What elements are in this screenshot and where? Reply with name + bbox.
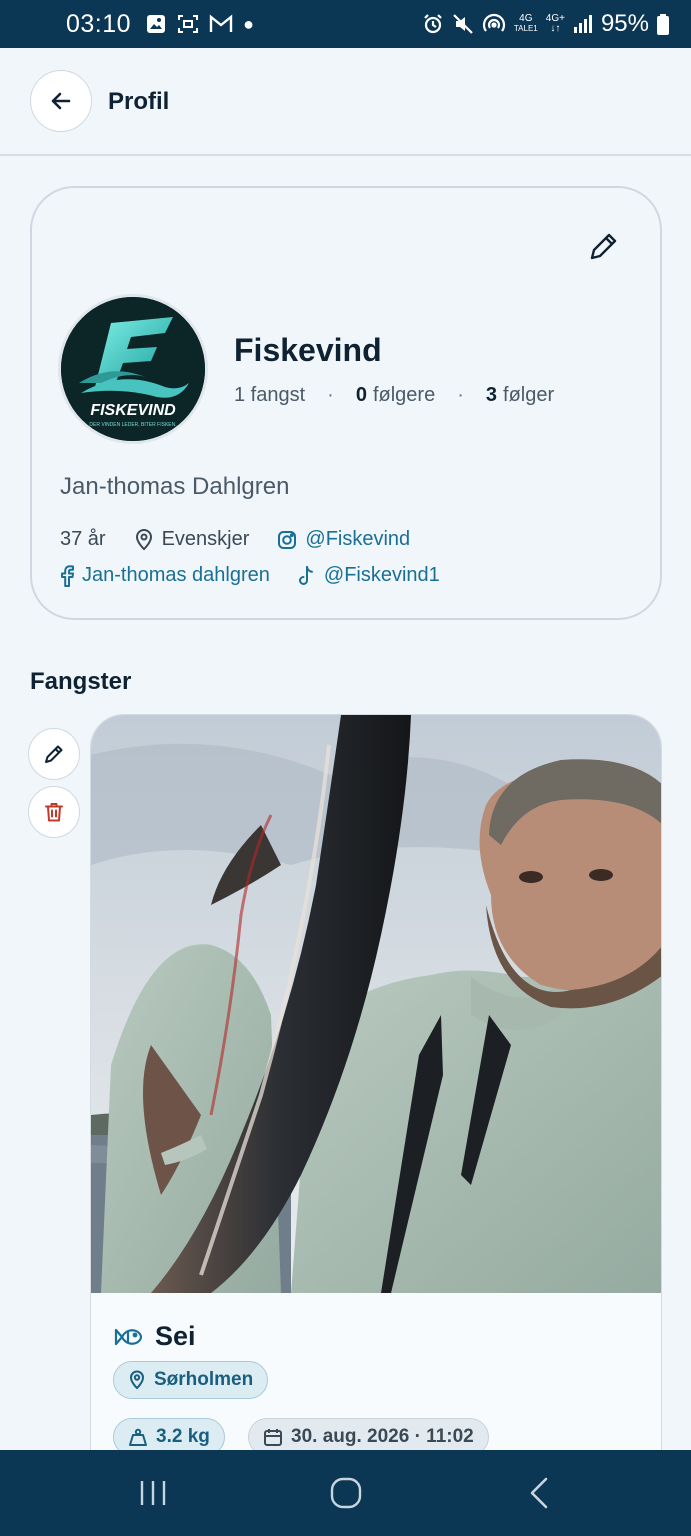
- facebook-icon: [61, 564, 74, 587]
- instagram-icon: [278, 530, 297, 549]
- profile-meta-row-1: 37 år Evenskjer @Fiskevind: [60, 528, 438, 551]
- network-type-1: 4G TALE1: [514, 14, 538, 34]
- followers-stat[interactable]: 0 følgere: [356, 384, 435, 407]
- screenshot-icon: [178, 15, 199, 33]
- battery-icon: [657, 14, 669, 35]
- home-icon[interactable]: [329, 1476, 363, 1510]
- fiskevind-logo: FISKEVIND DER VINDEN LEDER, BITER FISKEN…: [61, 297, 205, 441]
- network-type-2: 4G+ ↓↑: [545, 13, 565, 34]
- edit-profile-icon[interactable]: [586, 230, 620, 264]
- separator-dot: ·: [457, 384, 464, 406]
- catch-location: Sørholmen: [154, 1369, 254, 1390]
- profile-username: Fiskevind: [234, 332, 382, 368]
- status-system-icons: 4G TALE1 4G+ ↓↑ 95%: [422, 10, 669, 38]
- page-title: Profil: [108, 88, 170, 115]
- recent-apps-icon[interactable]: [138, 1478, 168, 1508]
- status-notification-icons: ●: [145, 13, 254, 35]
- facebook-link[interactable]: Jan-thomas dahlgren: [60, 564, 270, 587]
- edit-catch-button[interactable]: [28, 728, 80, 780]
- profile-stats: 1 fangst · 0 følgere · 3 følger: [234, 384, 554, 407]
- catches-count[interactable]: 1 fangst: [234, 384, 305, 407]
- separator-dot: ·: [327, 384, 334, 406]
- gmail-icon: [209, 14, 233, 32]
- age: 37 år: [60, 528, 106, 551]
- catch-details: Sei Sørholmen 3.2 kg 30. aug. 2026 · 11:…: [91, 1293, 661, 1473]
- status-time: 03:10: [66, 9, 132, 38]
- profile-card: FISKEVIND DER VINDEN LEDER, BITER FISKEN…: [30, 186, 662, 620]
- weight-icon: [129, 1428, 147, 1446]
- map-pin-icon: [135, 528, 152, 550]
- instagram-link[interactable]: @Fiskevind: [277, 528, 410, 551]
- hotspot-icon: [482, 13, 505, 32]
- logo-text: FISKEVIND: [90, 402, 176, 419]
- tiktok-icon: [298, 565, 313, 585]
- delete-catch-button[interactable]: [28, 786, 80, 838]
- network2-label: 4G+: [545, 13, 565, 24]
- location-chip[interactable]: Sørholmen: [113, 1361, 269, 1399]
- location-label: Evenskjer: [161, 528, 250, 550]
- status-bar: 03:10 ● 4G TALE1 4G+ ↓↑ 95%: [0, 0, 691, 48]
- back-nav-icon[interactable]: [526, 1476, 552, 1510]
- tiktok-handle: @Fiskevind1: [323, 564, 440, 586]
- following-count: 3: [485, 384, 498, 406]
- tiktok-link[interactable]: @Fiskevind1: [298, 564, 440, 587]
- pencil-icon: [45, 745, 63, 763]
- more-notifications-dot: ●: [243, 13, 254, 34]
- calendar-icon: [264, 1429, 282, 1446]
- following-stat[interactable]: 3 følger: [486, 384, 554, 407]
- catch-photo[interactable]: [91, 715, 662, 1293]
- app-header: Profil: [0, 48, 691, 156]
- location: Evenskjer: [134, 528, 250, 551]
- map-pin-icon: [129, 1370, 145, 1390]
- battery-percentage: 95%: [600, 10, 649, 37]
- gallery-icon: [147, 15, 166, 33]
- profile-meta-row-2: Jan-thomas dahlgren @Fiskevind1: [60, 564, 468, 587]
- age-label: 37 år: [60, 528, 106, 550]
- fish-icon: [114, 1328, 143, 1345]
- logo-tagline: DER VINDEN LEDER, BITER FISKEN.: [89, 422, 176, 428]
- signal-icon: [573, 15, 592, 33]
- catch-card[interactable]: Sei Sørholmen 3.2 kg 30. aug. 2026 · 11:…: [90, 714, 662, 1474]
- catch-weight: 3.2 kg: [156, 1426, 210, 1447]
- instagram-handle: @Fiskevind: [305, 528, 411, 550]
- full-name: Jan-thomas Dahlgren: [60, 473, 290, 500]
- species-row: Sei: [113, 1321, 196, 1352]
- catches-section-title: Fangster: [30, 668, 132, 695]
- arrow-left-icon: [51, 92, 71, 110]
- facebook-name: Jan-thomas dahlgren: [82, 564, 270, 586]
- alarm-icon: [424, 14, 442, 34]
- following-label: følger: [503, 384, 555, 406]
- catch-datetime: 30. aug. 2026 · 11:02: [291, 1426, 474, 1447]
- trash-icon: [45, 803, 63, 822]
- catch-species: Sei: [155, 1321, 196, 1351]
- system-nav-bar: [0, 1450, 691, 1536]
- followers-count: 0: [355, 384, 367, 406]
- network-label: 4G: [519, 13, 533, 24]
- back-button[interactable]: [30, 70, 92, 132]
- mute-icon: [453, 14, 473, 34]
- followers-label: følgere: [372, 384, 436, 406]
- avatar: FISKEVIND DER VINDEN LEDER, BITER FISKEN…: [58, 294, 208, 444]
- carrier-label: TALE1: [513, 24, 538, 33]
